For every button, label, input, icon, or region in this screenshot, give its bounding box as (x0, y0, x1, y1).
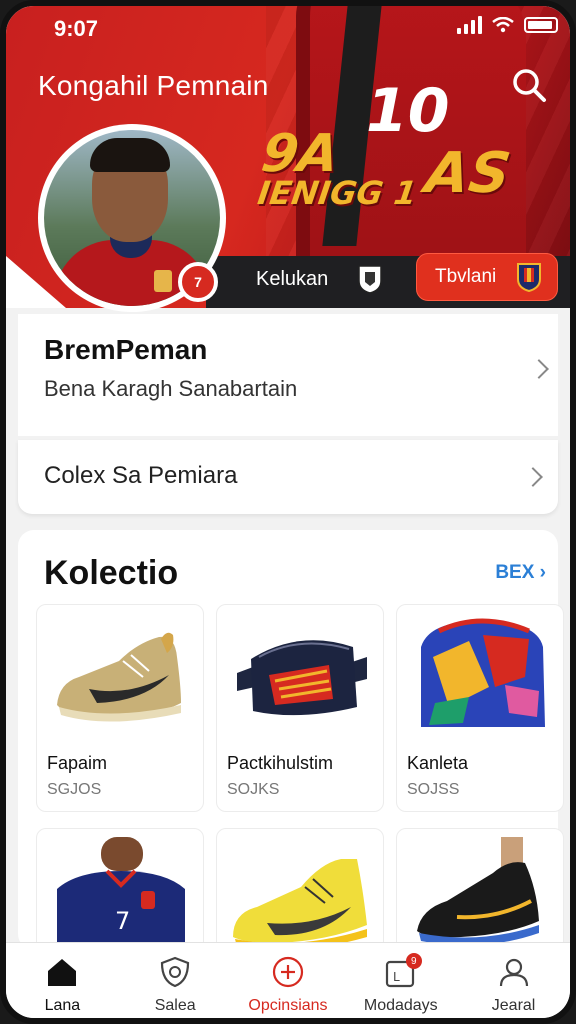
yellow-sneaker-image (233, 859, 367, 951)
team-crest-icon (517, 263, 542, 292)
phone-screen: 10 9:07 Kongahil Pemnain 9A IENIGG 1 AS … (0, 0, 576, 1024)
nav-label: Jearal (491, 997, 536, 1014)
calendar-icon: L 9 (384, 953, 422, 989)
nav-profile[interactable]: Jearal (464, 955, 564, 1015)
product-card[interactable]: Pactkihulstim SOJKS (216, 604, 384, 812)
product-card[interactable] (396, 828, 564, 958)
club-badge-icon (358, 265, 382, 294)
battery-icon (524, 17, 558, 33)
shield-icon (161, 956, 190, 988)
notification-badge: 9 (405, 953, 422, 969)
product-price: SOJKS (227, 781, 280, 798)
avatar-badge-icon: 7 (178, 262, 218, 302)
player-name: BremPeman (44, 334, 208, 365)
follow-button-label: Tbvlani (435, 266, 497, 287)
profile-info-card[interactable]: BremPeman Bena Karagh Sanabartain (18, 314, 558, 436)
wifi-icon (492, 17, 514, 33)
signal-icon (457, 16, 482, 34)
svg-text:L: L (393, 970, 400, 984)
nav-label: Modadays (363, 997, 438, 1014)
avatar-jersey-badge (154, 270, 172, 292)
club-label[interactable]: Kelukan (256, 268, 328, 291)
page-title: Kongahil Pemnain (38, 70, 269, 101)
nav-label: Lana (44, 997, 81, 1014)
status-icons (457, 16, 558, 34)
product-price: SOJSS (407, 781, 460, 798)
backpack-image (421, 618, 545, 727)
nav-sales[interactable]: Salea (125, 955, 225, 1015)
product-card[interactable] (216, 828, 384, 958)
collection-link-row[interactable]: Colex Sa Pemiara (18, 440, 558, 514)
sneaker-image (57, 632, 181, 722)
nav-collections[interactable]: Opcinsians (238, 955, 338, 1015)
svg-text:7: 7 (115, 907, 130, 935)
nav-label: Opcinsians (248, 997, 328, 1014)
home-icon (48, 959, 77, 986)
chevron-right-icon (523, 467, 543, 487)
user-icon (499, 958, 528, 987)
hero-headline-right: AS (421, 141, 515, 206)
collection-link-label: Colex Sa Pemiara (44, 462, 238, 489)
nav-notifications[interactable]: L 9 Modadays (351, 953, 451, 1015)
collection-section: Kolectio BEX › Fapaim SGJOS Pactkihulsti… (18, 530, 564, 958)
avatar-badge-label: 7 (194, 274, 202, 290)
nav-home[interactable]: Lana (12, 955, 112, 1015)
product-card[interactable]: Kanleta SOJSS (396, 604, 564, 812)
product-name: Kanleta (407, 753, 469, 773)
player-number: 10 (366, 76, 450, 146)
product-card[interactable]: Fapaim SGJOS (36, 604, 204, 812)
avatar-hair (90, 138, 170, 172)
cleat-image (417, 837, 539, 946)
follow-button[interactable]: Tbvlani (416, 253, 558, 301)
product-name: Fapaim (47, 753, 108, 773)
chevron-right-icon: › (539, 562, 546, 583)
product-name: Pactkihulstim (227, 753, 334, 773)
bottom-nav: Lana Salea Opcinsians L 9 Modadays Jeara… (6, 942, 570, 1018)
see-all-link[interactable]: BEX › (495, 562, 546, 584)
section-title: Kolectio (44, 554, 179, 592)
see-all-label: BEX (495, 562, 535, 583)
chevron-right-icon (529, 359, 549, 379)
search-icon[interactable] (510, 66, 548, 104)
nav-label: Salea (154, 997, 196, 1014)
product-price: SGJOS (47, 781, 102, 798)
product-card[interactable]: 7 (36, 828, 204, 958)
player-subtitle: Bena Karagh Sanabartain (44, 376, 298, 401)
jersey-image: 7 (57, 837, 185, 957)
hero-headline-sub: IENIGG 1 (255, 174, 420, 212)
waist-bag-image (237, 640, 367, 716)
status-time: 9:07 (54, 16, 99, 41)
add-circle-icon (272, 956, 304, 988)
